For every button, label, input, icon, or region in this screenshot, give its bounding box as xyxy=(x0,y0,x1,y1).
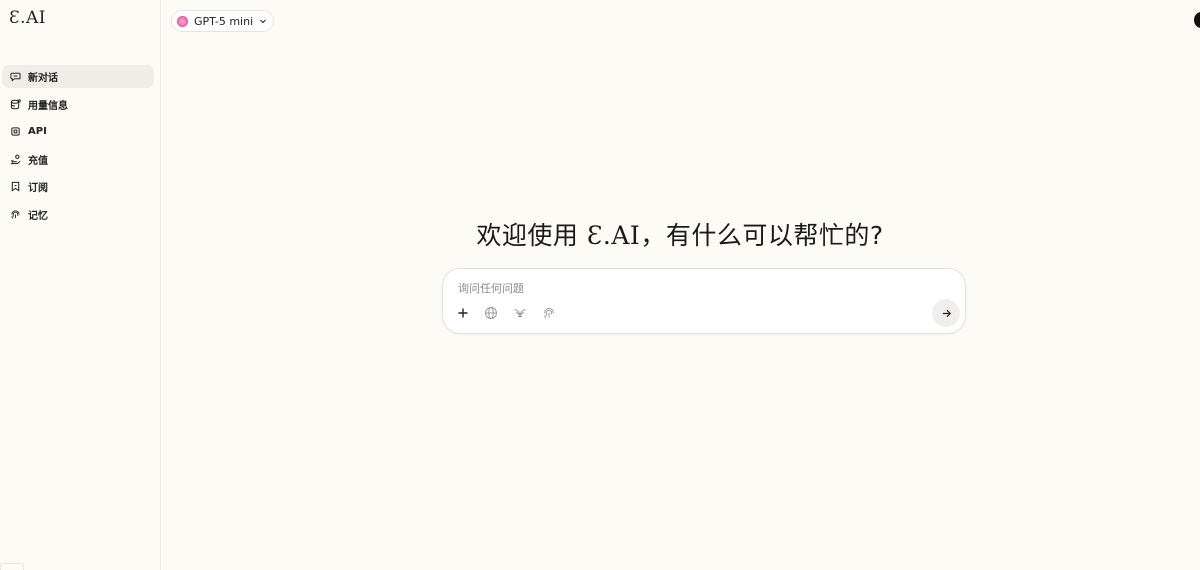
sidebar-item-label: API xyxy=(28,126,47,137)
database-icon xyxy=(10,98,21,110)
sidebar-item-usage[interactable]: 用量信息 xyxy=(2,93,154,116)
page-title: 欢迎使用 Ɛ.AI，有什么可以帮忙的? xyxy=(0,216,1200,252)
sidebar: Ɛ.AI 新对话 用量信息 API 充值 订阅 记忆 xyxy=(0,0,161,570)
headline-brand: Ɛ.AI xyxy=(586,221,641,250)
plus-icon[interactable] xyxy=(455,305,471,321)
sidebar-item-new-chat[interactable]: 新对话 xyxy=(2,65,154,88)
sidebar-nav: 新对话 用量信息 API 充值 订阅 记忆 xyxy=(0,65,160,230)
send-button[interactable] xyxy=(932,299,960,327)
sidebar-item-label: 新对话 xyxy=(28,73,58,84)
chevron-down-icon xyxy=(260,19,267,24)
model-selector[interactable]: GPT-5 mini xyxy=(171,10,275,32)
sidebar-item-label: 用量信息 xyxy=(28,100,68,112)
globe-icon[interactable] xyxy=(483,305,499,321)
app-logo[interactable]: Ɛ.AI xyxy=(9,8,46,28)
chip-icon xyxy=(10,126,21,137)
chat-bubble-icon xyxy=(10,71,21,82)
avatar[interactable] xyxy=(1194,12,1200,28)
wing-icon[interactable] xyxy=(512,305,528,321)
sidebar-item-label: 充值 xyxy=(28,155,48,167)
bookmark-icon xyxy=(10,181,21,192)
chat-input[interactable] xyxy=(456,279,900,297)
sidebar-toggle-button[interactable] xyxy=(0,563,24,570)
sidebar-item-label: 订阅 xyxy=(28,183,48,194)
headline-suffix: ，有什么可以帮忙的? xyxy=(640,221,884,250)
hand-coin-icon xyxy=(10,154,21,165)
fingerprint-icon[interactable] xyxy=(541,305,557,321)
sidebar-item-api[interactable]: API xyxy=(2,120,154,143)
sidebar-item-recharge[interactable]: 充值 xyxy=(2,148,154,171)
arrow-right-icon xyxy=(942,309,951,317)
chat-composer xyxy=(442,268,966,334)
model-dot-icon xyxy=(177,15,188,27)
sidebar-item-subscribe[interactable]: 订阅 xyxy=(2,175,154,198)
headline-prefix: 欢迎使用 xyxy=(476,221,587,250)
model-selector-label: GPT-5 mini xyxy=(194,14,254,28)
